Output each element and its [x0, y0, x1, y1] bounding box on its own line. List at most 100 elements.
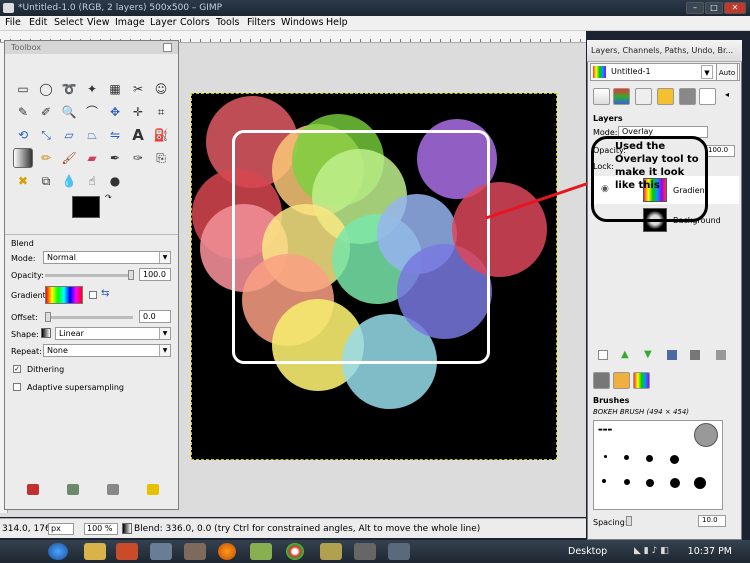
- menu-image[interactable]: Image: [115, 17, 145, 28]
- shape-select[interactable]: Linear ▼: [55, 327, 171, 340]
- paths-icon[interactable]: ✎: [13, 102, 33, 122]
- pencil-icon[interactable]: ✏: [36, 148, 56, 168]
- menu-select[interactable]: Select: [54, 17, 83, 28]
- chrome-icon[interactable]: [286, 543, 304, 560]
- smudge-icon[interactable]: ☝: [82, 171, 102, 191]
- app-icon[interactable]: [250, 543, 272, 560]
- brush-thumbnail[interactable]: [646, 455, 653, 462]
- flip-icon[interactable]: ⇋: [105, 125, 125, 145]
- save-options-icon[interactable]: [27, 484, 39, 495]
- menu-tools[interactable]: Tools: [216, 17, 239, 28]
- scale-icon[interactable]: ⤡: [36, 125, 56, 145]
- reset-options-icon[interactable]: [147, 484, 159, 495]
- auto-button[interactable]: Auto: [716, 63, 738, 81]
- bucket-fill-icon[interactable]: ⛽: [151, 125, 171, 145]
- brush-thumbnail[interactable]: [624, 479, 630, 485]
- paths-tab-icon[interactable]: [635, 88, 652, 105]
- text-tool-icon[interactable]: A: [128, 125, 148, 145]
- offset-slider-handle[interactable]: [45, 312, 51, 322]
- gimp-taskbar-icon[interactable]: [354, 543, 376, 560]
- brush-thumbnail[interactable]: [646, 479, 654, 487]
- rotate-icon[interactable]: ⟲: [13, 125, 33, 145]
- layers-tab-icon[interactable]: [593, 88, 610, 105]
- app-icon[interactable]: [320, 543, 342, 560]
- clone-icon[interactable]: ⎘: [151, 148, 171, 168]
- perspective-icon[interactable]: ⏢: [82, 125, 102, 145]
- rect-select-icon[interactable]: ▭: [13, 79, 33, 99]
- perspective-clone-icon[interactable]: ⧉: [36, 171, 56, 191]
- offset-value-field[interactable]: 0.0: [139, 310, 171, 323]
- shear-icon[interactable]: ▱: [59, 125, 79, 145]
- menu-file[interactable]: File: [5, 17, 21, 28]
- menu-layer[interactable]: Layer: [150, 17, 177, 28]
- explorer-icon[interactable]: [84, 543, 106, 560]
- close-button[interactable]: ✕: [724, 2, 746, 14]
- fuzzy-select-icon[interactable]: ✦: [82, 79, 102, 99]
- swap-colors-icon[interactable]: ↷: [105, 193, 112, 202]
- patterns-selector-tab-icon[interactable]: [613, 372, 630, 389]
- maximize-button[interactable]: □: [705, 2, 723, 14]
- align-icon[interactable]: ✛: [128, 102, 148, 122]
- brushes-selector-tab-icon[interactable]: [593, 372, 610, 389]
- menu-filters[interactable]: Filters: [247, 17, 275, 28]
- brush-grid[interactable]: ▬▬▬: [593, 420, 723, 510]
- adaptive-supersampling-checkbox[interactable]: [13, 383, 21, 391]
- blur-icon[interactable]: 💧: [59, 171, 79, 191]
- blend-tool-icon[interactable]: [13, 148, 33, 168]
- duplicate-layer-icon[interactable]: [667, 350, 677, 360]
- color-picker-icon[interactable]: ✐: [36, 102, 56, 122]
- brush-thumbnail[interactable]: [604, 455, 607, 458]
- new-layer-icon[interactable]: [598, 350, 608, 360]
- undo-tab-icon[interactable]: [657, 88, 674, 105]
- toolbox-menu-button[interactable]: [163, 43, 172, 52]
- menu-edit[interactable]: Edit: [29, 17, 47, 28]
- anchor-layer-icon[interactable]: [690, 350, 700, 360]
- brush-thumbnail[interactable]: [670, 455, 679, 464]
- lasso-select-icon[interactable]: ➰: [59, 79, 79, 99]
- crop-icon[interactable]: ⌗: [151, 102, 171, 122]
- brush-thumbnail[interactable]: [670, 478, 680, 488]
- pointer-tab-icon[interactable]: [699, 88, 716, 105]
- repeat-select[interactable]: None ▼: [43, 344, 171, 357]
- dock-menu-icon[interactable]: ◂: [725, 90, 729, 99]
- paintbrush-icon[interactable]: 🖌: [59, 148, 79, 168]
- brush-thumbnail[interactable]: [694, 477, 706, 489]
- brush-thumbnail[interactable]: [602, 479, 606, 483]
- menu-help[interactable]: Help: [326, 17, 348, 28]
- firefox-icon[interactable]: [218, 543, 236, 560]
- move-icon[interactable]: ✥: [105, 102, 125, 122]
- dithering-checkbox[interactable]: ✓: [13, 365, 21, 373]
- mode-select[interactable]: Normal ▼: [43, 251, 171, 264]
- measure-icon[interactable]: ⌒: [82, 102, 102, 122]
- gradient-preview-button[interactable]: [45, 286, 83, 304]
- opacity-slider-handle[interactable]: [128, 270, 134, 280]
- lower-layer-icon[interactable]: ▼: [644, 349, 652, 360]
- delete-layer-icon[interactable]: [716, 350, 726, 360]
- minimize-button[interactable]: –: [686, 2, 704, 14]
- brush-thumbnail[interactable]: ▬▬▬: [598, 427, 612, 433]
- clock[interactable]: 10:37 PM: [688, 540, 732, 563]
- offset-slider[interactable]: [45, 316, 133, 319]
- foreground-color-swatch[interactable]: [72, 196, 100, 218]
- dodge-burn-icon[interactable]: ●: [105, 171, 125, 191]
- start-button-icon[interactable]: [48, 543, 68, 560]
- color-select-icon[interactable]: ▦: [105, 79, 125, 99]
- spacing-slider-handle[interactable]: [626, 516, 632, 526]
- bokeh-brush-thumbnail[interactable]: [694, 423, 718, 447]
- zoom-select[interactable]: 100 %: [84, 523, 118, 535]
- tray-icons[interactable]: ◣ ▮ ♪ ◧: [634, 546, 669, 556]
- desktop-toolbar-label[interactable]: Desktop: [568, 540, 607, 563]
- gradient-reverse-checkbox[interactable]: [89, 291, 97, 299]
- zoom-icon[interactable]: 🔍: [59, 102, 79, 122]
- scissors-select-icon[interactable]: ✂: [128, 79, 148, 99]
- menu-windows[interactable]: Windows: [281, 17, 323, 28]
- delete-options-icon[interactable]: [107, 484, 119, 495]
- menu-view[interactable]: View: [87, 17, 110, 28]
- brush-thumbnail[interactable]: [624, 455, 629, 460]
- ellipse-select-icon[interactable]: ◯: [36, 79, 56, 99]
- menu-colors[interactable]: Colors: [180, 17, 210, 28]
- app-icon[interactable]: [150, 543, 172, 560]
- reverse-gradient-icon[interactable]: ⇆: [101, 288, 109, 299]
- spacing-value-field[interactable]: 10.0: [698, 515, 726, 527]
- foreground-select-icon[interactable]: ☺: [151, 79, 171, 99]
